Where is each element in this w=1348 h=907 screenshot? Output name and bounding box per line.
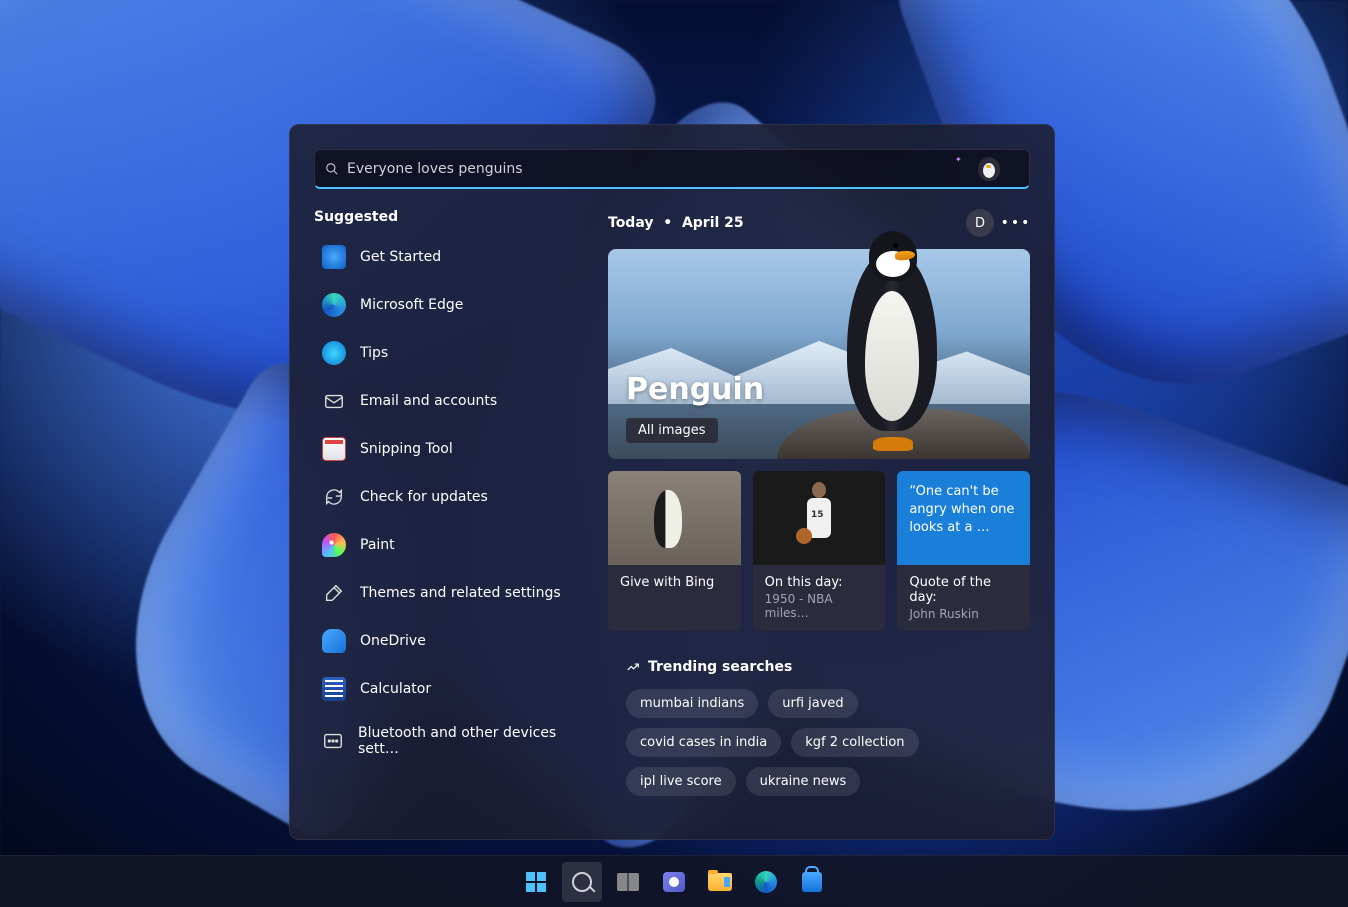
search-flyout: ✦ Suggested Get Started Microsoft Edge — [289, 124, 1055, 840]
taskbar-store-button[interactable] — [792, 862, 832, 902]
suggested-item-snipping[interactable]: Snipping Tool — [314, 427, 584, 471]
card-give-with-bing[interactable]: Give with Bing — [608, 471, 741, 631]
quote-text: “One can't be angry when one looks at a … — [897, 471, 1030, 565]
today-panel: Today • April 25 D ••• Penguin All image… — [608, 209, 1030, 815]
trending-icon — [626, 660, 640, 674]
onedrive-icon — [322, 629, 346, 653]
today-header: Today • April 25 — [608, 215, 744, 231]
suggested-item-bluetooth[interactable]: Bluetooth and other devices sett… — [314, 715, 584, 767]
suggested-panel: Suggested Get Started Microsoft Edge Tip… — [314, 209, 584, 815]
trending-searches: Trending searches mumbai indians urfi ja… — [608, 647, 1030, 812]
search-box[interactable]: ✦ — [314, 149, 1030, 189]
suggested-label: Bluetooth and other devices sett… — [358, 725, 576, 757]
trending-chip[interactable]: ipl live score — [626, 767, 736, 796]
on-this-day-image: 15 — [753, 471, 886, 565]
penguin-mini-icon — [978, 157, 1000, 181]
calculator-icon — [322, 677, 346, 701]
more-options-button[interactable]: ••• — [1002, 213, 1030, 233]
today-separator: • — [663, 215, 672, 231]
paint-icon — [322, 533, 346, 557]
edge-icon — [755, 871, 777, 893]
suggested-label: Paint — [360, 537, 395, 553]
taskbar-chat-button[interactable] — [654, 862, 694, 902]
account-avatar-button[interactable]: D — [966, 209, 994, 237]
suggested-item-get-started[interactable]: Get Started — [314, 235, 584, 279]
edge-icon — [322, 293, 346, 317]
today-date: April 25 — [682, 215, 744, 231]
card-title: On this day: — [765, 575, 874, 590]
suggested-label: Microsoft Edge — [360, 297, 463, 313]
suggested-label: Calculator — [360, 681, 431, 697]
snipping-tool-icon — [322, 437, 346, 461]
card-subtitle: John Ruskin — [909, 607, 1018, 621]
search-icon — [572, 872, 592, 892]
folder-icon — [708, 873, 732, 891]
suggested-item-email[interactable]: Email and accounts — [314, 379, 584, 423]
trending-chip[interactable]: ukraine news — [746, 767, 861, 796]
suggested-item-edge[interactable]: Microsoft Edge — [314, 283, 584, 327]
suggested-item-onedrive[interactable]: OneDrive — [314, 619, 584, 663]
card-on-this-day[interactable]: 15 On this day: 1950 - NBA miles… — [753, 471, 886, 631]
suggested-label: Themes and related settings — [360, 585, 561, 601]
taskbar — [0, 855, 1348, 907]
suggested-item-paint[interactable]: Paint — [314, 523, 584, 567]
get-started-icon — [322, 245, 346, 269]
penguin-image — [835, 221, 950, 451]
trending-chip[interactable]: covid cases in india — [626, 728, 781, 757]
update-icon — [322, 485, 346, 509]
today-word: Today — [608, 215, 653, 231]
jersey-number: 15 — [811, 510, 824, 520]
taskbar-search-button[interactable] — [562, 862, 602, 902]
hero-title: Penguin — [626, 372, 764, 407]
tips-icon — [322, 341, 346, 365]
suggested-item-calculator[interactable]: Calculator — [314, 667, 584, 711]
taskbar-start-button[interactable] — [516, 862, 556, 902]
suggested-item-tips[interactable]: Tips — [314, 331, 584, 375]
card-title: Quote of the day: — [909, 575, 1018, 605]
card-quote-of-day[interactable]: “One can't be angry when one looks at a … — [897, 471, 1030, 631]
trending-chip[interactable]: urfi javed — [768, 689, 857, 718]
suggested-label: Tips — [360, 345, 388, 361]
themes-icon — [322, 581, 346, 605]
more-icon: ••• — [1001, 215, 1032, 231]
taskbar-taskview-button[interactable] — [608, 862, 648, 902]
taskbar-edge-button[interactable] — [746, 862, 786, 902]
trending-chip[interactable]: kgf 2 collection — [791, 728, 918, 757]
mail-icon — [322, 389, 346, 413]
suggested-item-updates[interactable]: Check for updates — [314, 475, 584, 519]
store-icon — [802, 872, 822, 892]
chat-icon — [663, 872, 685, 892]
taskbar-explorer-button[interactable] — [700, 862, 740, 902]
suggested-item-themes[interactable]: Themes and related settings — [314, 571, 584, 615]
search-input[interactable] — [339, 161, 959, 177]
start-icon — [526, 872, 546, 892]
suggested-header: Suggested — [314, 209, 584, 225]
search-decoration: ✦ — [959, 155, 1019, 183]
suggested-label: Get Started — [360, 249, 441, 265]
all-images-button[interactable]: All images — [626, 418, 718, 443]
trending-chip[interactable]: mumbai indians — [626, 689, 758, 718]
hero-card-penguin[interactable]: Penguin All images — [608, 249, 1030, 459]
search-icon — [325, 162, 339, 176]
give-bing-image — [608, 471, 741, 565]
trending-header-label: Trending searches — [648, 659, 792, 675]
suggested-label: OneDrive — [360, 633, 426, 649]
avatar-initial: D — [975, 216, 985, 231]
card-subtitle: 1950 - NBA miles… — [765, 592, 874, 620]
suggested-label: Snipping Tool — [360, 441, 453, 457]
taskview-icon — [617, 873, 639, 891]
bluetooth-settings-icon — [322, 729, 344, 753]
card-title: Give with Bing — [620, 575, 729, 590]
suggested-label: Check for updates — [360, 489, 488, 505]
suggested-label: Email and accounts — [360, 393, 497, 409]
